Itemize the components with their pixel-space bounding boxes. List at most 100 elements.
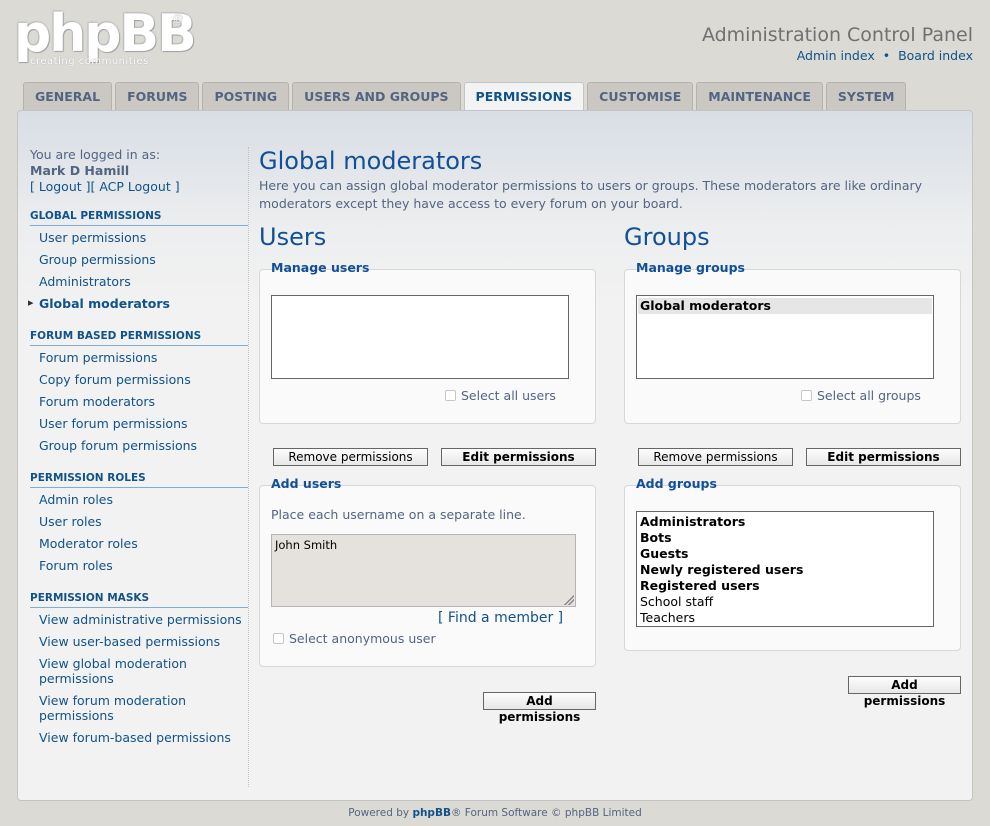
sidebar-item-view-forum-based-permissions[interactable]: View forum-based permissions <box>30 726 248 748</box>
listbox-option[interactable]: Registered users <box>638 578 932 594</box>
sidebar-item-admin-roles[interactable]: Admin roles <box>30 488 248 510</box>
add-users-textarea[interactable]: John Smith <box>271 534 576 607</box>
sidebar-item-view-user-based-permissions[interactable]: View user-based permissions <box>30 630 248 652</box>
listbox-option[interactable]: Newly registered users <box>638 562 932 578</box>
listbox-option[interactable]: Administrators <box>638 514 932 530</box>
users-remove-permissions-button[interactable]: Remove permissions <box>273 448 428 466</box>
logged-in-username: Mark D Hamill <box>30 163 130 178</box>
select-all-users-checkbox[interactable] <box>445 390 456 401</box>
select-anonymous-checkbox[interactable] <box>273 633 284 644</box>
sidebar-item-label: Administrators <box>39 274 131 289</box>
select-anonymous-row[interactable]: Select anonymous user <box>273 631 436 646</box>
add-users-hint: Place each username on a separate line. <box>271 507 526 522</box>
sidebar-item-label: Forum permissions <box>39 350 158 365</box>
users-add-permissions-button[interactable]: Add permissions <box>483 692 596 724</box>
listbox-option[interactable]: Bots <box>638 530 932 546</box>
groups-edit-permissions-button[interactable]: Edit permissions <box>806 448 961 466</box>
select-anonymous-label: Select anonymous user <box>289 631 436 646</box>
tab-users-and-groups[interactable]: USERS AND GROUPS <box>292 82 461 110</box>
phpbb-logo[interactable]: phpBB ® creating communities <box>14 4 197 70</box>
manage-groups-listbox[interactable]: Global moderators <box>636 295 934 379</box>
add-groups-legend: Add groups <box>636 476 717 491</box>
main-panel: You are logged in as: Mark D Hamill [ Lo… <box>17 110 973 801</box>
board-index-link[interactable]: Board index <box>898 48 973 63</box>
find-member-link[interactable]: [ Find a member ] <box>438 610 563 626</box>
sidebar-item-label: Group forum permissions <box>39 438 198 453</box>
manage-users-listbox[interactable] <box>271 295 569 379</box>
sidebar-item-label: User permissions <box>39 230 147 245</box>
sidebar-item-view-administrative-permissions[interactable]: View administrative permissions <box>30 608 248 630</box>
footer-prefix: Powered by <box>348 807 413 819</box>
logged-in-label: You are logged in as: <box>30 147 161 162</box>
tab-system[interactable]: SYSTEM <box>825 82 907 110</box>
tab-posting[interactable]: POSTING <box>202 82 290 110</box>
tab-general[interactable]: GENERAL <box>23 82 113 110</box>
sidebar-item-forum-permissions[interactable]: Forum permissions <box>30 346 248 368</box>
listbox-option[interactable]: School staff <box>638 594 932 610</box>
users-heading: Users <box>259 223 327 251</box>
sidebar-section: GLOBAL PERMISSIONS User permissions Group … <box>28 210 248 314</box>
active-arrow-icon: ▸ <box>28 296 34 309</box>
groups-remove-permissions-button[interactable]: Remove permissions <box>638 448 793 466</box>
resize-handle-icon[interactable] <box>564 595 574 605</box>
link-separator: • <box>882 48 891 63</box>
sidebar-item-view-global-moderation-permissions[interactable]: View global moderation permissions <box>30 652 248 689</box>
sidebar-item-label: Forum roles <box>39 558 113 573</box>
sidebar-item-copy-forum-permissions[interactable]: Copy forum permissions <box>30 368 248 390</box>
sidebar-item-forum-moderators[interactable]: Forum moderators <box>30 390 248 412</box>
sidebar-item-label: Moderator roles <box>39 536 138 551</box>
sidebar-item-label: View administrative permissions <box>39 612 242 627</box>
tab-permissions[interactable]: PERMISSIONS <box>463 82 585 112</box>
footer-brand-link[interactable]: phpBB <box>412 807 451 819</box>
listbox-option[interactable]: Global moderators <box>638 298 932 314</box>
sidebar-item-group-forum-permissions[interactable]: Group forum permissions <box>30 434 248 456</box>
sidebar-item-administrators[interactable]: Administrators <box>30 270 248 292</box>
manage-groups-fieldset: Manage groups Global moderators Select a… <box>624 260 961 424</box>
select-all-users-row[interactable]: Select all users <box>445 388 556 403</box>
sidebar-item-label: Group permissions <box>39 252 156 267</box>
sidebar-item-user-roles[interactable]: User roles <box>30 510 248 532</box>
sidebar-section-title: PERMISSION ROLES <box>30 472 248 488</box>
select-all-groups-checkbox[interactable] <box>801 390 812 401</box>
sidebar-item-group-permissions[interactable]: Group permissions <box>30 248 248 270</box>
manage-groups-legend: Manage groups <box>636 260 745 275</box>
sidebar-item-user-permissions[interactable]: User permissions <box>30 226 248 248</box>
sidebar-item-user-forum-permissions[interactable]: User forum permissions <box>30 412 248 434</box>
tab-maintenance[interactable]: MAINTENANCE <box>696 82 823 110</box>
tab-customise[interactable]: CUSTOMISE <box>587 82 694 110</box>
sidebar: You are logged in as: Mark D Hamill [ Lo… <box>28 147 248 748</box>
select-all-groups-label: Select all groups <box>817 388 921 403</box>
users-edit-permissions-button[interactable]: Edit permissions <box>441 448 596 466</box>
sidebar-item-global-moderators[interactable]: ▸ Global moderators <box>28 292 248 314</box>
add-groups-listbox[interactable]: Administrators Bots Guests Newly registered… <box>636 511 934 627</box>
sidebar-item-label: View user-based permissions <box>39 634 221 649</box>
logo-registered-mark: ® <box>172 12 184 26</box>
admin-index-link[interactable]: Admin index <box>797 48 875 63</box>
page-title: Global moderators <box>259 147 483 175</box>
sidebar-section-title: GLOBAL PERMISSIONS <box>30 210 248 226</box>
sidebar-item-label: Global moderators <box>39 296 170 311</box>
sidebar-item-forum-roles[interactable]: Forum roles <box>30 554 248 576</box>
top-links: Admin index • Board index <box>797 48 973 63</box>
sidebar-item-label: User forum permissions <box>39 416 188 431</box>
add-users-textarea-value: John Smith <box>275 538 338 552</box>
add-users-legend: Add users <box>271 476 342 491</box>
listbox-option[interactable]: Guests <box>638 546 932 562</box>
sidebar-item-moderator-roles[interactable]: Moderator roles <box>30 532 248 554</box>
logout-links[interactable]: [ Logout ][ ACP Logout ] <box>30 179 248 194</box>
acp-title: Administration Control Panel <box>701 24 973 46</box>
add-groups-fieldset: Add groups Administrators Bots Guests Newly… <box>624 476 961 651</box>
sidebar-section: FORUM BASED PERMISSIONS Forum permissions… <box>30 330 248 456</box>
select-all-groups-row[interactable]: Select all groups <box>801 388 921 403</box>
users-column: Users Manage users Select all users Remo… <box>259 223 596 724</box>
sidebar-item-label: Forum moderators <box>39 394 156 409</box>
sidebar-section-title: PERMISSION MASKS <box>30 592 248 608</box>
listbox-option[interactable]: Teachers <box>638 610 932 626</box>
sidebar-item-view-forum-moderation-permissions[interactable]: View forum moderation permissions <box>30 689 248 726</box>
sidebar-item-label: View forum moderation permissions <box>39 693 187 723</box>
groups-column: Groups Manage groups Global moderators S… <box>624 223 961 708</box>
main-tabs: GENERAL FORUMS POSTING USERS AND GROUPS PERM… <box>23 82 909 112</box>
groups-add-permissions-button[interactable]: Add permissions <box>848 676 961 708</box>
tab-forums[interactable]: FORUMS <box>115 82 200 110</box>
footer: Powered by phpBB® Forum Software © phpBB… <box>0 807 990 819</box>
